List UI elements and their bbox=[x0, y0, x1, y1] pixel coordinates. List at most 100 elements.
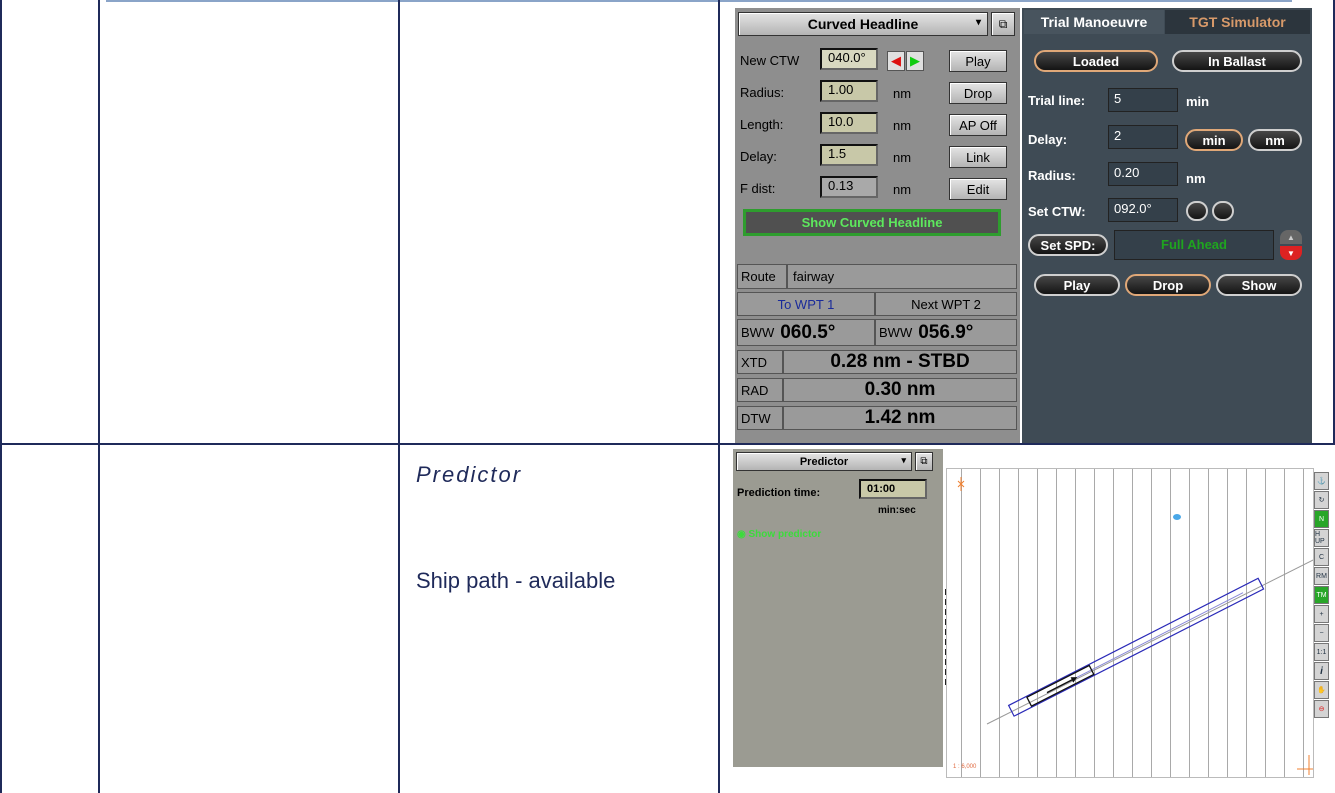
table-row-divider bbox=[0, 443, 1335, 445]
new-ctw-field[interactable]: 040.0° bbox=[820, 48, 878, 70]
tab-tgt-simulator-label: TGT Simulator bbox=[1189, 14, 1286, 30]
bww-cell-2: BWW 056.9° bbox=[875, 319, 1017, 346]
decrease-ctw-button[interactable]: ◀ bbox=[887, 51, 905, 71]
bww-label-1: BWW bbox=[741, 325, 775, 340]
dtw-value: 1.42 nm bbox=[864, 407, 936, 428]
radius-field-trial[interactable]: 0.20 bbox=[1108, 162, 1178, 186]
bww-cell-1: BWW 060.5° bbox=[737, 319, 875, 346]
delay-min-button[interactable]: min bbox=[1185, 129, 1243, 151]
predictor-dropdown[interactable]: Predictor ▾ bbox=[736, 452, 912, 471]
undock-icon[interactable]: ⧉ bbox=[991, 12, 1015, 36]
chart-display[interactable]: 1 : 6,000 bbox=[946, 468, 1314, 778]
length-unit: nm bbox=[893, 118, 912, 133]
xtd-value-cell: 0.28 nm - STBD bbox=[783, 350, 1017, 374]
zoom-in-icon[interactable]: + bbox=[1314, 605, 1329, 623]
north-up-icon[interactable]: N bbox=[1314, 510, 1329, 528]
show-predictor-toggle[interactable]: ◉ Show predictor bbox=[737, 527, 821, 543]
relative-motion-button[interactable]: RM bbox=[1314, 567, 1329, 585]
chevron-down-icon: ▾ bbox=[901, 455, 906, 465]
rad-label: RAD bbox=[741, 382, 769, 398]
show-curved-headline-toggle[interactable]: Show Curved Headline bbox=[743, 209, 1001, 236]
rad-value-cell: 0.30 nm bbox=[783, 378, 1017, 402]
f-dist-field: 0.13 bbox=[820, 176, 878, 198]
speed-up-button[interactable]: ▲ bbox=[1280, 230, 1302, 244]
table-border bbox=[398, 0, 400, 793]
prediction-time-label: Prediction time: bbox=[737, 487, 821, 499]
zoom-out-icon[interactable]: − bbox=[1314, 624, 1329, 642]
bww-label-2: BWW bbox=[879, 325, 913, 340]
next-wpt-cell: Next WPT 2 bbox=[875, 292, 1017, 316]
scale-one-to-one-button[interactable]: 1:1 bbox=[1314, 643, 1329, 661]
play-button[interactable]: Play bbox=[949, 50, 1007, 72]
trial-line-field[interactable]: 5 bbox=[1108, 88, 1178, 112]
scale-label: 1 : 6,000 bbox=[953, 764, 977, 770]
show-curved-headline-label: Show Curved Headline bbox=[801, 215, 943, 230]
trial-line-label: Trial line: bbox=[1028, 93, 1086, 108]
speed-down-button[interactable]: ▼ bbox=[1280, 246, 1302, 260]
radius-unit: nm bbox=[893, 86, 912, 101]
set-ctw-label: Set CTW: bbox=[1028, 204, 1086, 219]
xtd-label: XTD bbox=[741, 354, 767, 370]
f-dist-unit: nm bbox=[893, 182, 912, 197]
dtw-label: DTW bbox=[741, 410, 771, 426]
table-border bbox=[98, 0, 100, 793]
delay-field-trial[interactable]: 2 bbox=[1108, 125, 1178, 149]
link-button[interactable]: Link bbox=[949, 146, 1007, 168]
radius-field[interactable]: 1.00 bbox=[820, 80, 878, 102]
ap-off-button[interactable]: AP Off bbox=[949, 114, 1007, 136]
delay-field[interactable]: 1.5 bbox=[820, 144, 878, 166]
hand-icon[interactable]: ✋ bbox=[1314, 681, 1329, 699]
increase-ctw-button[interactable]: ▶ bbox=[906, 51, 924, 71]
drop-button[interactable]: Drop bbox=[949, 82, 1007, 104]
bww-value-1: 060.5° bbox=[780, 321, 836, 343]
track-icon[interactable]: ↻ bbox=[1314, 491, 1329, 509]
tab-trial-manoeuvre-label: Trial Manoeuvre bbox=[1040, 14, 1148, 30]
xtd-value: 0.28 nm - STBD bbox=[830, 351, 970, 372]
trial-show-button[interactable]: Show bbox=[1216, 274, 1302, 296]
undock-icon[interactable]: ⧉ bbox=[915, 452, 933, 471]
ship-path-text: Ship path - available bbox=[416, 568, 616, 593]
delay-unit: nm bbox=[893, 150, 912, 165]
to-wpt-cell: To WPT 1 bbox=[737, 292, 875, 316]
set-ctw-field[interactable]: 092.0° bbox=[1108, 198, 1178, 222]
set-spd-field: Full Ahead bbox=[1114, 230, 1274, 260]
target-marker bbox=[1173, 514, 1181, 520]
edit-button[interactable]: Edit bbox=[949, 178, 1007, 200]
to-wpt-label: To WPT 1 bbox=[777, 296, 835, 312]
trial-line-unit: min bbox=[1186, 94, 1210, 109]
trial-manoeuvre-panel: Trial Manoeuvre TGT Simulator Loaded In … bbox=[1022, 8, 1312, 443]
tab-trial-manoeuvre[interactable]: Trial Manoeuvre bbox=[1024, 10, 1164, 34]
loaded-button[interactable]: Loaded bbox=[1034, 50, 1158, 72]
zoom-ship-icon[interactable]: ⚓ bbox=[1314, 472, 1329, 490]
length-field[interactable]: 10.0 bbox=[820, 112, 878, 134]
predictor-panel: Predictor ▾ ⧉ Prediction time: 01:00 min… bbox=[733, 449, 949, 767]
ctw-increase-button[interactable] bbox=[1212, 201, 1234, 221]
prediction-time-field[interactable]: 01:00 bbox=[859, 479, 927, 499]
route-value-text: fairway bbox=[793, 269, 835, 284]
delay-nm-button[interactable]: nm bbox=[1248, 129, 1302, 151]
route-value: fairway bbox=[787, 264, 1017, 289]
new-ctw-label: New CTW bbox=[740, 53, 800, 68]
trial-drop-button[interactable]: Drop bbox=[1125, 274, 1211, 296]
prediction-time-unit: min:sec bbox=[878, 505, 916, 516]
ship-path-svg bbox=[957, 477, 1313, 775]
route-label: Route bbox=[737, 264, 787, 289]
tab-tgt-simulator[interactable]: TGT Simulator bbox=[1165, 10, 1310, 34]
set-spd-button[interactable]: Set SPD: bbox=[1028, 234, 1108, 256]
f-dist-label: F dist: bbox=[740, 181, 776, 196]
dtw-value-cell: 1.42 nm bbox=[783, 406, 1017, 430]
chevron-down-icon: ▾ bbox=[975, 17, 981, 28]
in-ballast-button[interactable]: In Ballast bbox=[1172, 50, 1302, 72]
radius-unit-trial: nm bbox=[1186, 171, 1206, 186]
curved-headline-dropdown[interactable]: Curved Headline ▾ bbox=[738, 12, 988, 36]
ctw-decrease-button[interactable] bbox=[1186, 201, 1208, 221]
true-motion-button[interactable]: TM bbox=[1314, 586, 1329, 604]
table-border bbox=[0, 0, 2, 793]
head-up-button[interactable]: H UP bbox=[1314, 529, 1329, 547]
trial-play-button[interactable]: Play bbox=[1034, 274, 1120, 296]
dtw-label-cell: DTW bbox=[737, 406, 783, 430]
rad-value: 0.30 nm bbox=[864, 379, 936, 400]
clear-icon[interactable]: ⊖ bbox=[1314, 700, 1329, 718]
info-button[interactable]: i bbox=[1314, 662, 1329, 680]
course-up-icon[interactable]: C bbox=[1314, 548, 1329, 566]
